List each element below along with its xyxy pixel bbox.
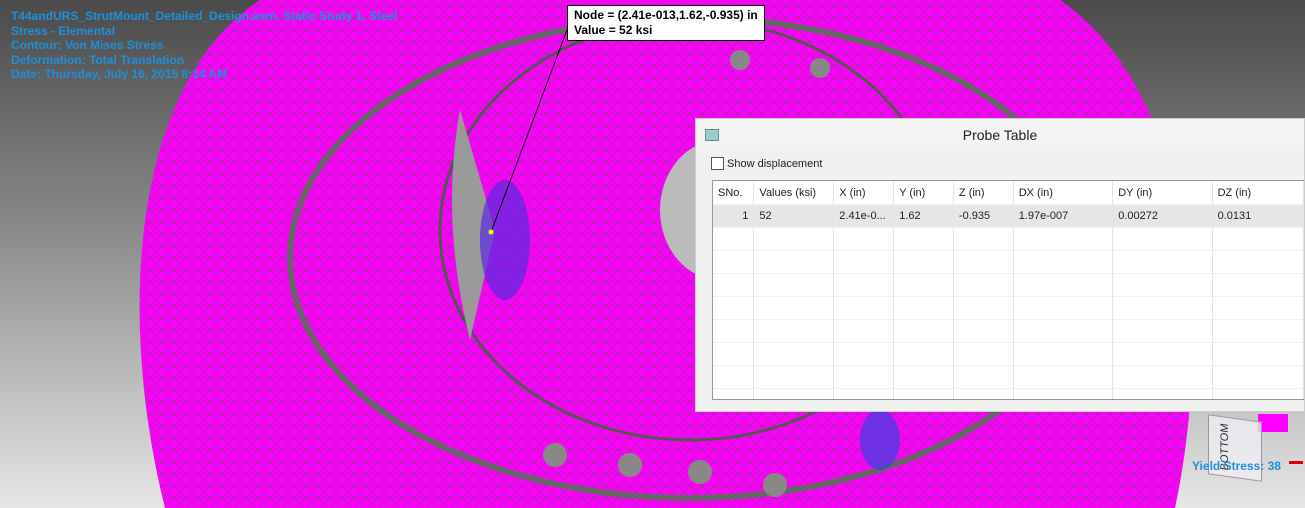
cell-z: -0.935	[953, 204, 1014, 228]
tooltip-value: Value = 52 ksi	[574, 23, 653, 37]
column-header[interactable]: DY (in)	[1112, 181, 1213, 205]
empty-row	[713, 296, 1304, 320]
tooltip-node: Node = (2.41e-013,1.62,-0.935) in	[574, 8, 758, 22]
bolt-hole	[618, 453, 642, 477]
table-row[interactable]: 1 52 2.41e-0... 1.62 -0.935 1.97e-007 0.…	[713, 204, 1304, 228]
column-header[interactable]: Z (in)	[953, 181, 1014, 205]
checkbox-label: Show displacement	[727, 157, 823, 170]
info-line: Stress - Elemental	[11, 23, 116, 38]
probe-table: SNo. Values (ksi) X (in) Y (in) Z (in) D…	[712, 180, 1304, 400]
bolt-hole	[688, 460, 712, 484]
bolt-hole	[543, 443, 567, 467]
column-header[interactable]: DX (in)	[1013, 181, 1114, 205]
cell-x: 2.41e-0...	[833, 204, 895, 228]
table-header: SNo. Values (ksi) X (in) Y (in) Z (in) D…	[713, 181, 1304, 205]
bolt-hole	[730, 50, 750, 70]
probe-table-dialog: Probe Table Show displacement SNo. Value…	[695, 118, 1305, 412]
info-line: Deformation: Total Translation	[11, 52, 185, 67]
cell-sno: 1	[713, 204, 755, 228]
cell-dy: 0.00272	[1112, 204, 1213, 228]
dialog-title: Probe Table	[962, 127, 1038, 143]
empty-row	[713, 250, 1304, 274]
info-line: T44andURS_StrutMount_Detailed_Design.asm…	[11, 9, 398, 23]
yield-stress-label: Yield Stress: 38	[1192, 459, 1281, 473]
study-info: T44andURS_StrutMount_Detailed_Design.asm…	[11, 9, 398, 82]
stress-region	[860, 410, 900, 470]
bolt-hole	[810, 58, 830, 78]
empty-row	[713, 273, 1304, 297]
empty-row	[713, 365, 1304, 389]
stress-region	[480, 180, 530, 300]
cell-dx: 1.97e-007	[1013, 204, 1114, 228]
cell-dz: 0.0131	[1212, 204, 1304, 228]
empty-row	[713, 227, 1304, 251]
bolt-hole	[763, 473, 787, 497]
checkbox-box[interactable]	[711, 157, 724, 170]
cell-value: 52	[753, 204, 835, 228]
cell-y: 1.62	[893, 204, 954, 228]
empty-row	[713, 388, 1304, 399]
column-header[interactable]: SNo.	[713, 181, 755, 205]
dialog-titlebar[interactable]: Probe Table	[696, 119, 1304, 151]
column-header[interactable]: X (in)	[833, 181, 895, 205]
column-header[interactable]: Y (in)	[893, 181, 954, 205]
probe-point	[488, 229, 494, 235]
column-header[interactable]: DZ (in)	[1212, 181, 1304, 205]
yield-marker	[1289, 461, 1303, 464]
empty-row	[713, 319, 1304, 343]
info-line: Date: Thursday, July 16, 2015 8:14 AM	[11, 67, 228, 81]
show-displacement-checkbox[interactable]: Show displacement	[711, 157, 822, 170]
probe-tooltip: Node = (2.41e-013,1.62,-0.935) in Value …	[567, 5, 765, 41]
info-line: Contour: Von Mises Stress	[11, 38, 164, 52]
column-header[interactable]: Values (ksi)	[753, 181, 835, 205]
empty-row	[713, 342, 1304, 366]
legend-color-swatch	[1258, 414, 1288, 432]
